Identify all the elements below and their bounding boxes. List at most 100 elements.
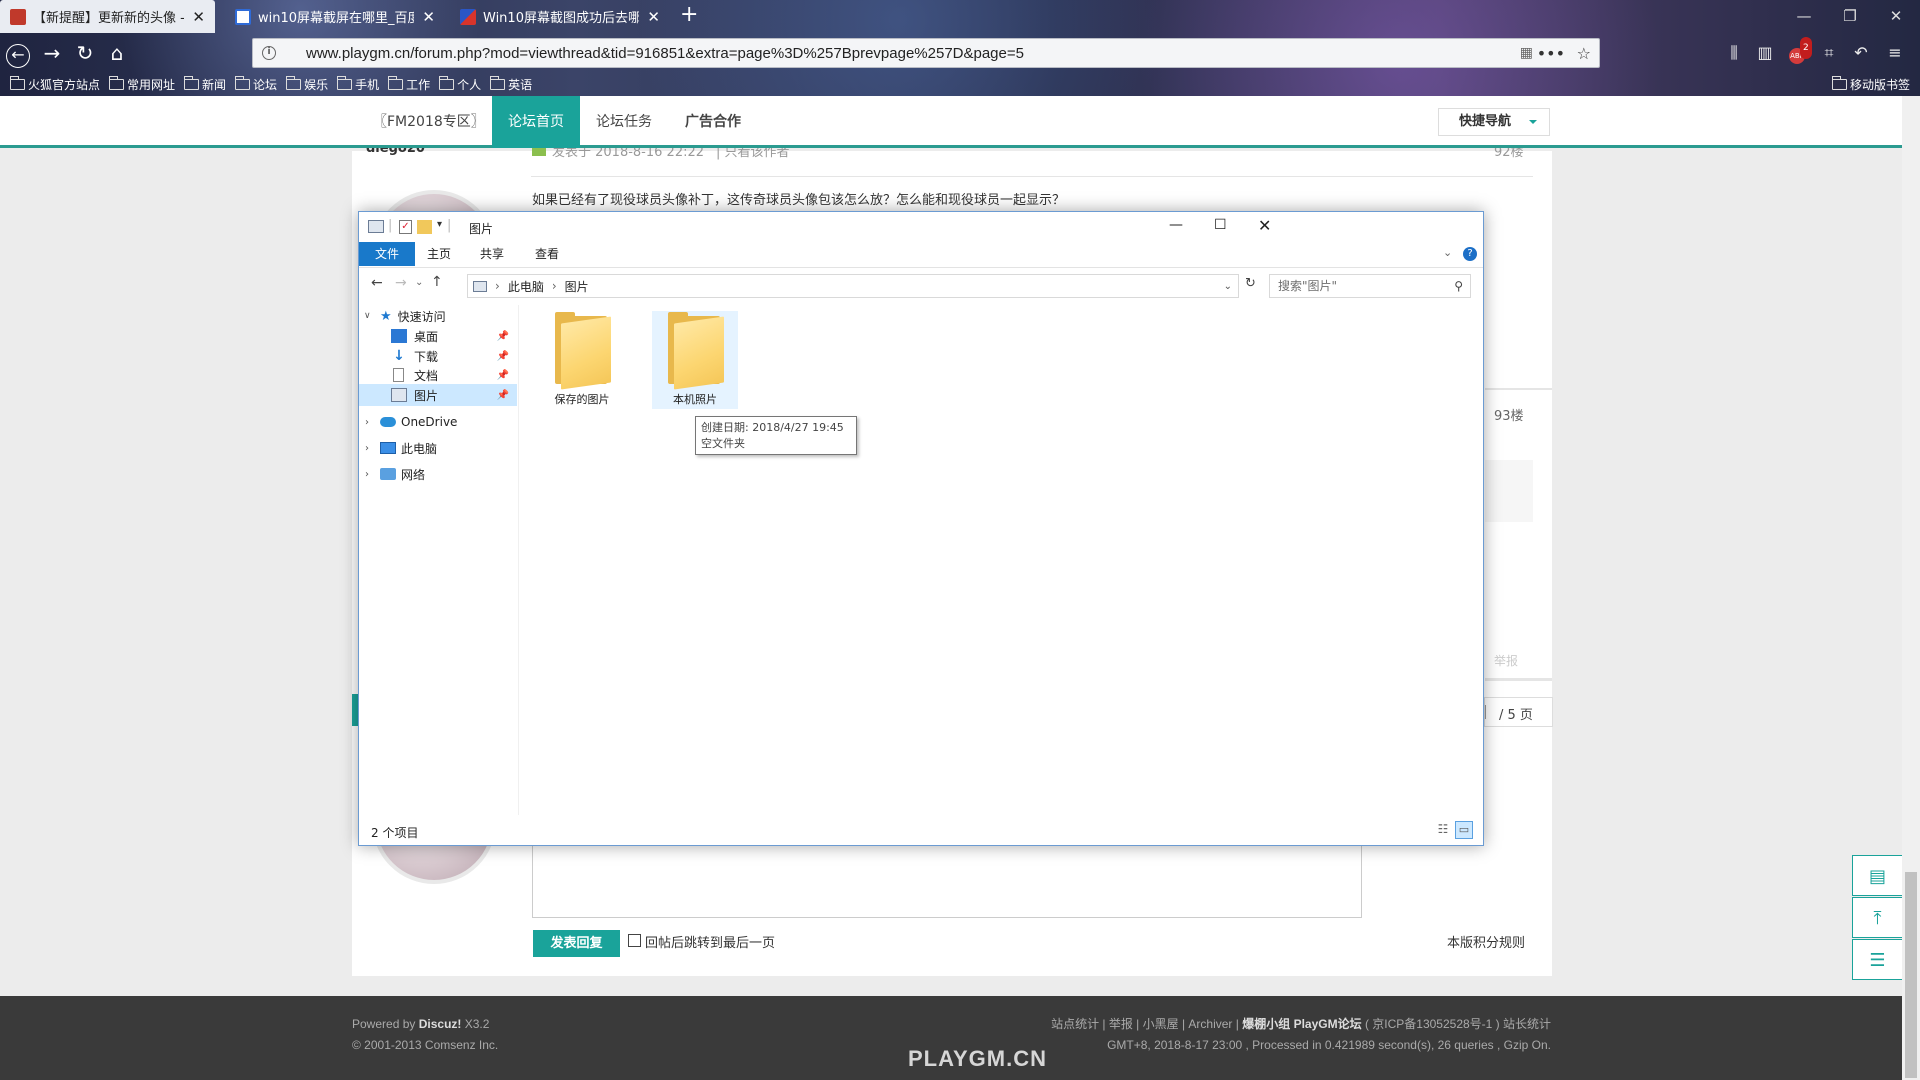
pin-icon[interactable]: 📌 <box>497 331 509 342</box>
close-tab-icon[interactable]: ✕ <box>647 8 660 26</box>
tab-active[interactable]: 【新提醒】更新新的头像 -传奇 ✕ <box>0 0 215 33</box>
forward-icon[interactable]: → <box>40 41 64 65</box>
close-tab-icon[interactable]: ✕ <box>192 8 205 26</box>
folder-item[interactable]: 保存的图片 <box>539 312 625 410</box>
undo-icon[interactable]: ↶ <box>1850 42 1872 64</box>
nav-pictures[interactable]: 图片 📌 <box>359 384 517 406</box>
home-icon[interactable]: ⌂ <box>105 41 129 65</box>
customize-toolbar-icon[interactable]: ▾ <box>437 219 442 230</box>
report-link[interactable]: 举报 <box>1494 652 1518 669</box>
tab-file[interactable]: 文件 <box>359 242 416 266</box>
details-view-icon[interactable]: ☷ <box>1435 822 1451 838</box>
address-dropdown-icon[interactable]: ⌄ <box>1224 281 1232 292</box>
site-info-icon[interactable]: i <box>262 46 276 60</box>
tab-home[interactable]: 主页 <box>415 242 463 266</box>
bookmark-item[interactable]: 论坛 <box>235 76 277 93</box>
new-folder-icon[interactable] <box>417 220 432 234</box>
nav-onedrive[interactable]: › OneDrive <box>359 411 517 433</box>
ribbon-expand-icon[interactable]: ⌄ <box>1443 246 1452 259</box>
bookmark-item[interactable]: 英语 <box>490 76 532 93</box>
nav-ad-cooperation[interactable]: 广告合作 <box>685 96 741 148</box>
reply-submit-button[interactable]: 发表回复 <box>533 930 620 957</box>
page-jump[interactable]: / 5 页 <box>1484 697 1553 727</box>
bookmark-item[interactable]: 新闻 <box>184 76 226 93</box>
url-bar[interactable]: i www.playgm.cn/forum.php?mod=viewthread… <box>252 38 1600 68</box>
bookmark-item[interactable]: 火狐官方站点 <box>10 76 100 93</box>
nav-fm2018[interactable]: 〖FM2018专区〗 <box>373 96 485 148</box>
bookmark-item[interactable]: 个人 <box>439 76 481 93</box>
jump-last-page-checkbox[interactable] <box>628 934 641 947</box>
footer-left: Powered by Discuz! X3.2 © 2001-2013 Coms… <box>352 1014 498 1056</box>
tab-win10[interactable]: Win10屏幕截图成功后去哪里找 ✕ <box>450 0 670 33</box>
bookmark-item[interactable]: 手机 <box>337 76 379 93</box>
site-name[interactable]: 爆棚小组 PlayGM论坛 <box>1242 1017 1361 1031</box>
scrollbar-thumb[interactable] <box>1905 872 1917 1078</box>
folder-item-hovered[interactable]: 本机照片 <box>652 311 738 409</box>
icp-info[interactable]: ( 京ICP备13052528号-1 ) 站长统计 <box>1365 1017 1551 1031</box>
address-bar[interactable]: › 此电脑 › 图片 ⌄ <box>467 274 1239 298</box>
tab-title: 【新提醒】更新新的头像 -传奇 <box>33 11 185 26</box>
desktop-icon <box>391 329 407 343</box>
close-tab-icon[interactable]: ✕ <box>422 8 435 26</box>
nav-documents[interactable]: 文档 📌 <box>359 364 517 386</box>
server-info: GMT+8, 2018-8-17 23:00 , Processed in 0.… <box>1107 1038 1551 1052</box>
nav-quick-access[interactable]: ∨ ★ 快速访问 <box>359 305 517 327</box>
tab-baidu[interactable]: win10屏幕截屏在哪里_百度搜 ✕ <box>225 0 445 33</box>
folder-icon <box>553 312 611 390</box>
restore-icon[interactable]: ❐ <box>1830 4 1870 28</box>
close-window-icon[interactable]: ✕ <box>1876 4 1916 28</box>
refresh-icon[interactable]: ↻ <box>1245 276 1256 291</box>
quote-block <box>1485 460 1533 522</box>
discuz-link[interactable]: Discuz! <box>419 1017 462 1031</box>
search-input[interactable]: 搜索"图片" ⚲ <box>1269 274 1471 298</box>
tab-share[interactable]: 共享 <box>468 242 516 266</box>
pin-icon[interactable]: 📌 <box>497 370 509 381</box>
help-icon[interactable]: ? <box>1463 247 1477 261</box>
mobile-bookmarks[interactable]: 移动版书签 <box>1831 76 1910 93</box>
minimize-icon[interactable]: — <box>1169 217 1183 233</box>
screenshot-crop-icon[interactable]: ⌗ <box>1818 42 1840 64</box>
breadcrumb-this-pc[interactable]: 此电脑 <box>508 278 544 295</box>
large-icons-view-icon[interactable]: ▭ <box>1455 821 1473 839</box>
nav-network[interactable]: › 网络 <box>359 463 517 485</box>
bookmark-item[interactable]: 工作 <box>388 76 430 93</box>
qr-code-icon[interactable]: ▦ <box>1520 45 1533 61</box>
pin-icon[interactable]: 📌 <box>497 390 509 401</box>
up-icon[interactable]: ↑ <box>431 274 443 290</box>
minimize-icon[interactable]: — <box>1784 4 1824 28</box>
bookmark-item[interactable]: 娱乐 <box>286 76 328 93</box>
sidebar-icon[interactable]: ▥ <box>1754 42 1776 64</box>
footer-links[interactable]: 站点统计 | 举报 | 小黑屋 | Archiver | <box>1051 1017 1239 1031</box>
credit-rules-link[interactable]: 本版积分规则 <box>1447 932 1525 951</box>
maximize-icon[interactable]: ☐ <box>1214 217 1227 233</box>
nav-this-pc[interactable]: › 此电脑 <box>359 437 517 459</box>
reload-icon[interactable]: ↻ <box>73 41 97 65</box>
explorer-ribbon: 文件 主页 共享 查看 ⌄ ? <box>359 242 1483 268</box>
breadcrumb-pictures[interactable]: 图片 <box>565 278 589 295</box>
search-icon[interactable]: ⚲ <box>1454 275 1463 297</box>
tab-view[interactable]: 查看 <box>523 242 571 266</box>
page-actions-icon[interactable]: ••• <box>1537 44 1565 63</box>
bookmark-item[interactable]: 常用网址 <box>109 76 175 93</box>
recent-locations-icon[interactable]: ⌄ <box>415 277 423 288</box>
new-tab-icon[interactable]: + <box>680 2 698 27</box>
quick-nav-dropdown[interactable]: 快捷导航 <box>1438 108 1550 136</box>
back-to-list-button[interactable]: ☰ <box>1852 939 1903 980</box>
adblock-icon[interactable]: ABP 2 <box>1786 37 1812 64</box>
back-icon[interactable]: ← <box>6 41 30 68</box>
back-icon[interactable]: ← <box>371 275 383 291</box>
nav-forum-tasks[interactable]: 论坛任务 <box>596 96 652 148</box>
forward-icon[interactable]: → <box>395 275 407 291</box>
pin-icon[interactable]: 📌 <box>497 351 509 362</box>
cloud-icon <box>380 417 396 427</box>
menu-icon[interactable]: ≡ <box>1884 42 1906 64</box>
close-icon[interactable]: ✕ <box>1258 216 1271 235</box>
nav-desktop[interactable]: 桌面 📌 <box>359 325 517 347</box>
bookmark-star-icon[interactable]: ☆ <box>1577 44 1591 63</box>
properties-icon[interactable]: ✓ <box>399 220 412 234</box>
library-icon[interactable]: ⫼ <box>1723 42 1745 64</box>
back-to-top-button[interactable]: ⤒ <box>1852 897 1903 938</box>
reply-textarea[interactable] <box>532 840 1362 918</box>
nav-forum-home[interactable]: 论坛首页 <box>492 96 580 148</box>
reply-side-button[interactable]: ▤ <box>1852 855 1903 896</box>
